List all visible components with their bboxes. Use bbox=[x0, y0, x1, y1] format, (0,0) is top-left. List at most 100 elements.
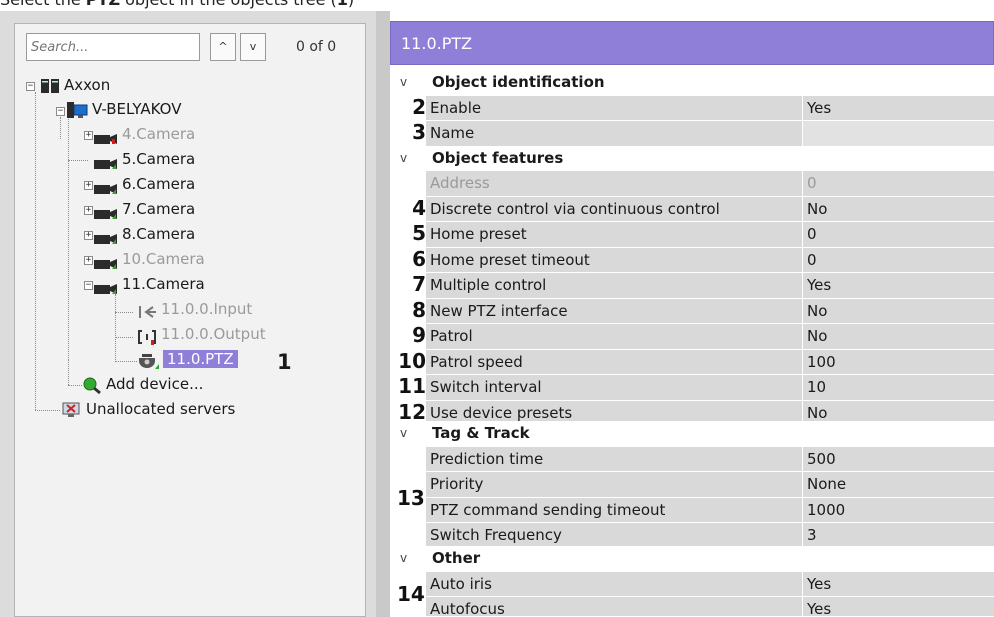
server-rack-icon bbox=[40, 78, 60, 94]
property-row-home-preset-timeout[interactable]: 6 Home preset timeout 0 bbox=[390, 246, 994, 273]
property-row-name[interactable]: 3 Name bbox=[390, 121, 994, 147]
add-device-item[interactable]: Add device... bbox=[82, 373, 203, 395]
property-value[interactable]: No bbox=[802, 196, 994, 222]
tree-camera-item[interactable]: 6.Camera bbox=[94, 173, 195, 195]
tree-line bbox=[60, 117, 61, 139]
tree-ptz-item[interactable]: 11.0.PTZ bbox=[137, 348, 238, 370]
magnifier-add-icon bbox=[82, 376, 102, 394]
group-tag-and-track[interactable]: v Tag & Track bbox=[390, 421, 994, 447]
property-name: Address bbox=[426, 171, 802, 197]
callout-number: 7 bbox=[412, 272, 426, 296]
property-value[interactable]: 0 bbox=[802, 222, 994, 248]
tree-line bbox=[115, 294, 116, 360]
callout-number: 6 bbox=[412, 246, 426, 271]
tree-output-item[interactable]: 11.0.0.Output bbox=[137, 323, 266, 345]
callout-number: 5 bbox=[412, 221, 426, 245]
property-name: Home preset timeout bbox=[426, 247, 802, 273]
search-input[interactable] bbox=[26, 33, 200, 61]
property-row-switch-frequency[interactable]: Switch Frequency 3 bbox=[390, 523, 994, 549]
tree-line bbox=[115, 361, 137, 362]
property-value[interactable]: Yes bbox=[802, 95, 994, 121]
property-row-patrol-speed[interactable]: 10 Patrol speed 100 bbox=[390, 348, 994, 375]
property-row-new-ptz-interface[interactable]: 8 New PTZ interface No bbox=[390, 298, 994, 324]
property-name: New PTZ interface bbox=[426, 298, 802, 324]
callout-number: 12 bbox=[398, 399, 426, 424]
callout-number: 9 bbox=[412, 323, 426, 347]
collapse-toggle[interactable]: − bbox=[26, 82, 35, 91]
property-row-priority[interactable]: Priority None bbox=[390, 472, 994, 498]
property-row-discrete-control[interactable]: 4 Discrete control via continuous contro… bbox=[390, 196, 994, 222]
tree-camera-item[interactable]: 8.Camera bbox=[94, 223, 195, 245]
property-name: Name bbox=[426, 121, 802, 147]
tree-line bbox=[115, 312, 133, 313]
property-row-switch-interval[interactable]: 11 Switch interval 10 bbox=[390, 375, 994, 401]
search-prev-button[interactable]: ^ bbox=[210, 33, 236, 61]
chevron-down-icon: v bbox=[400, 551, 408, 565]
expand-toggle[interactable]: + bbox=[84, 231, 93, 240]
property-value[interactable]: 10 bbox=[802, 375, 994, 401]
property-row-address[interactable]: Address 0 bbox=[390, 171, 994, 197]
ptz-dome-icon bbox=[137, 352, 159, 369]
property-value: 0 bbox=[802, 171, 994, 197]
search-counter: 0 of 0 bbox=[296, 39, 337, 55]
collapse-toggle[interactable]: − bbox=[84, 281, 93, 290]
property-value[interactable]: 1000 bbox=[802, 497, 994, 523]
tree-input-item[interactable]: 11.0.0.Input bbox=[137, 298, 252, 320]
property-value[interactable]: Yes bbox=[802, 597, 994, 617]
tree-camera-item[interactable]: 10.Camera bbox=[94, 248, 205, 270]
tree-camera-item[interactable]: 5.Camera bbox=[94, 148, 195, 170]
tree-camera-item[interactable]: 4.Camera bbox=[94, 123, 195, 145]
monitor-x-icon bbox=[62, 402, 82, 418]
chevron-down-icon: v bbox=[400, 426, 408, 440]
group-object-identification[interactable]: v Object identification bbox=[390, 70, 994, 96]
callout-number: 13 bbox=[397, 486, 425, 510]
collapse-toggle[interactable]: − bbox=[56, 107, 65, 116]
panel-splitter[interactable] bbox=[376, 11, 390, 617]
property-value[interactable] bbox=[802, 121, 994, 147]
property-row-patrol[interactable]: 9 Patrol No bbox=[390, 324, 994, 350]
camera-icon bbox=[94, 279, 118, 294]
property-name: Patrol speed bbox=[426, 349, 802, 375]
tree-line bbox=[68, 117, 69, 360]
property-value[interactable]: 100 bbox=[802, 349, 994, 375]
expand-toggle[interactable]: + bbox=[84, 131, 93, 140]
property-value[interactable]: None bbox=[802, 472, 994, 498]
camera-icon bbox=[94, 179, 118, 194]
property-row-auto-iris[interactable]: Auto iris Yes bbox=[390, 571, 994, 597]
tree-camera-item[interactable]: 11.Camera bbox=[94, 273, 205, 295]
tree-line bbox=[68, 360, 69, 385]
search-next-button[interactable]: v bbox=[240, 33, 266, 61]
camera-icon bbox=[94, 229, 118, 244]
property-row-prediction-time[interactable]: Prediction time 500 bbox=[390, 446, 994, 472]
tree-camera-item[interactable]: 7.Camera bbox=[94, 198, 195, 220]
tree-line bbox=[115, 337, 133, 338]
expand-toggle[interactable]: + bbox=[84, 181, 93, 190]
property-name: Switch interval bbox=[426, 375, 802, 401]
tree-server[interactable]: V-BELYAKOV bbox=[66, 98, 181, 120]
group-label: Object features bbox=[432, 149, 564, 167]
tree-root[interactable]: Axxon bbox=[40, 74, 110, 96]
property-row-home-preset[interactable]: 5 Home preset 0 bbox=[390, 222, 994, 248]
property-value[interactable]: No bbox=[802, 298, 994, 324]
property-row-autofocus[interactable]: Autofocus Yes bbox=[390, 597, 994, 617]
camera-icon bbox=[94, 129, 118, 144]
callout-number: 10 bbox=[398, 348, 426, 373]
property-row-multiple-control[interactable]: 7 Multiple control Yes bbox=[390, 273, 994, 299]
property-name: Multiple control bbox=[426, 273, 802, 299]
unallocated-servers-item[interactable]: Unallocated servers bbox=[62, 398, 235, 420]
property-value[interactable]: 3 bbox=[802, 523, 994, 549]
camera-icon bbox=[94, 254, 118, 269]
property-value[interactable]: Yes bbox=[802, 571, 994, 597]
callout-number: 11 bbox=[398, 374, 426, 398]
expand-toggle[interactable]: + bbox=[84, 256, 93, 265]
property-row-enable[interactable]: 2 Enable Yes bbox=[390, 94, 994, 121]
expand-toggle[interactable]: + bbox=[84, 206, 93, 215]
property-row-ptz-command-timeout[interactable]: PTZ command sending timeout 1000 bbox=[390, 497, 994, 523]
callout-number: 2 bbox=[412, 94, 426, 119]
group-other[interactable]: v Other bbox=[390, 546, 994, 572]
group-object-features[interactable]: v Object features bbox=[390, 146, 994, 172]
property-value[interactable]: 500 bbox=[802, 446, 994, 472]
property-value[interactable]: No bbox=[802, 324, 994, 350]
property-value[interactable]: 0 bbox=[802, 247, 994, 273]
property-value[interactable]: Yes bbox=[802, 273, 994, 299]
